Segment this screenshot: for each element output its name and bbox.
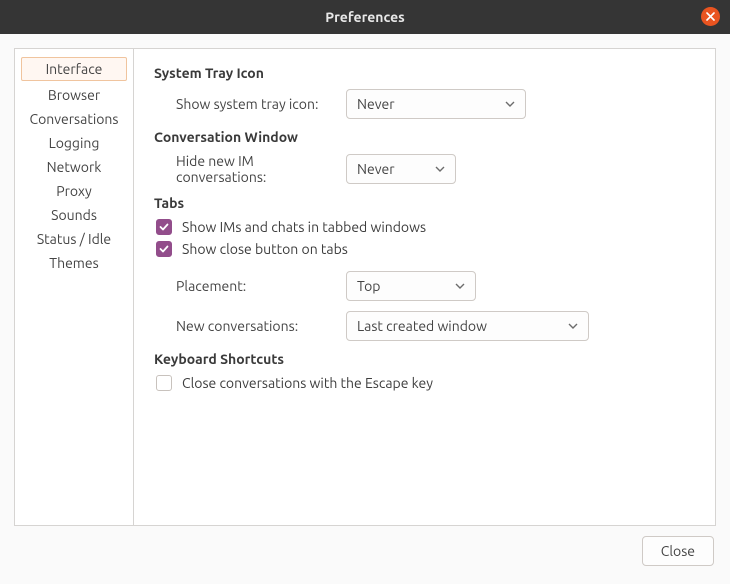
sidebar-item-logging[interactable]: Logging — [15, 131, 133, 155]
chevron-down-icon — [455, 283, 465, 289]
window-close-button[interactable] — [701, 7, 720, 26]
sidebar-item-label: Themes — [49, 255, 98, 271]
sidebar-item-sounds[interactable]: Sounds — [15, 203, 133, 227]
titlebar: Preferences — [0, 0, 730, 34]
select-value: Top — [357, 278, 381, 294]
sidebar-item-themes[interactable]: Themes — [15, 251, 133, 275]
preferences-panel: Interface Browser Conversations Logging … — [14, 48, 716, 526]
chevron-down-icon — [505, 101, 515, 107]
tabs-close-button-label: Show close button on tabs — [182, 241, 348, 257]
section-title-tray: System Tray Icon — [154, 65, 695, 81]
sidebar-item-label: Sounds — [51, 207, 97, 223]
sidebar-item-label: Interface — [46, 61, 103, 77]
keys-escape-label: Close conversations with the Escape key — [182, 375, 433, 391]
tabs-close-button-checkbox[interactable] — [156, 241, 172, 257]
close-button-label: Close — [661, 543, 695, 559]
tabs-show-tabbed-checkbox[interactable] — [156, 219, 172, 235]
convo-hide-label: Hide new IM conversations: — [176, 153, 346, 185]
sidebar-item-label: Proxy — [56, 183, 92, 199]
section-title-tabs: Tabs — [154, 195, 695, 211]
settings-main: System Tray Icon Show system tray icon: … — [134, 49, 715, 525]
sidebar-item-label: Browser — [48, 87, 100, 103]
sidebar-item-conversations[interactable]: Conversations — [15, 107, 133, 131]
tabs-newconv-select[interactable]: Last created window — [346, 311, 589, 341]
window-title: Preferences — [325, 9, 405, 25]
select-value: Last created window — [357, 318, 487, 334]
sidebar-item-status-idle[interactable]: Status / Idle — [15, 227, 133, 251]
tabs-newconv-label: New conversations: — [176, 318, 346, 334]
sidebar-item-label: Network — [47, 159, 102, 175]
chevron-down-icon — [435, 166, 445, 172]
tabs-placement-label: Placement: — [176, 278, 346, 294]
chevron-down-icon — [568, 323, 578, 329]
tabs-show-tabbed-label: Show IMs and chats in tabbed windows — [182, 219, 426, 235]
category-sidebar: Interface Browser Conversations Logging … — [15, 49, 133, 525]
keys-escape-checkbox[interactable] — [156, 375, 172, 391]
sidebar-item-proxy[interactable]: Proxy — [15, 179, 133, 203]
close-button[interactable]: Close — [642, 536, 714, 566]
sidebar-item-interface[interactable]: Interface — [21, 57, 127, 81]
sidebar-item-network[interactable]: Network — [15, 155, 133, 179]
section-title-keys: Keyboard Shortcuts — [154, 351, 695, 367]
tray-show-label: Show system tray icon: — [176, 96, 346, 112]
select-value: Never — [357, 96, 395, 112]
tabs-placement-select[interactable]: Top — [346, 271, 476, 301]
close-icon — [706, 12, 715, 21]
sidebar-item-label: Logging — [49, 135, 100, 151]
sidebar-item-browser[interactable]: Browser — [15, 83, 133, 107]
sidebar-item-label: Conversations — [30, 111, 119, 127]
sidebar-item-label: Status / Idle — [37, 231, 111, 247]
convo-hide-select[interactable]: Never — [346, 154, 456, 184]
tray-show-select[interactable]: Never — [346, 89, 526, 119]
select-value: Never — [357, 161, 395, 177]
section-title-convo: Conversation Window — [154, 129, 695, 145]
